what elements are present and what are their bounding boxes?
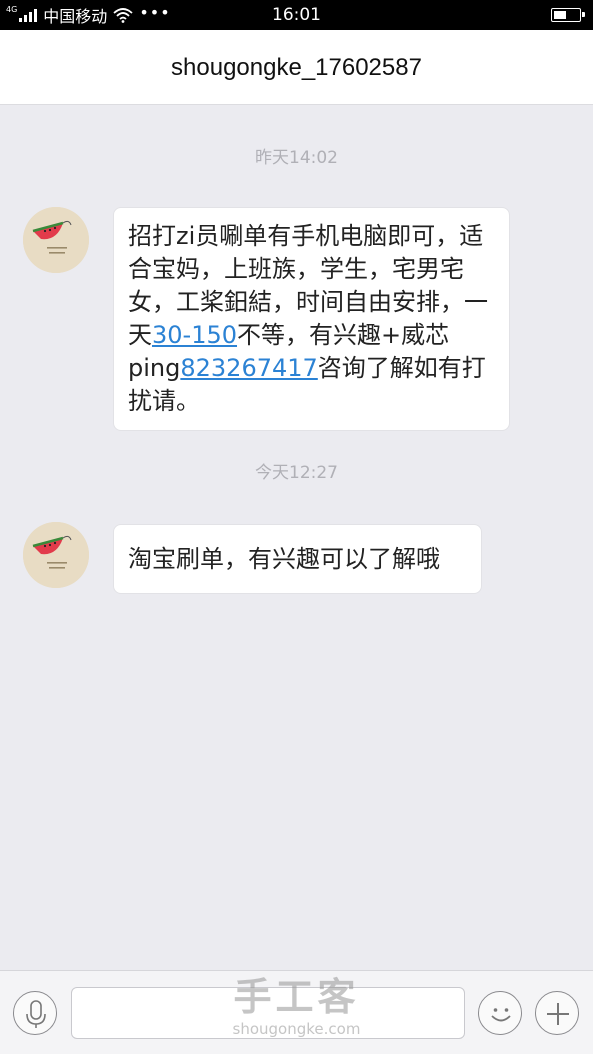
emoji-button[interactable]	[478, 991, 522, 1035]
message-bubble[interactable]: 淘宝刷单，有兴趣可以了解哦	[113, 524, 482, 594]
message-bubble[interactable]: 招打zi员唰单有手机电脑即可，适合宝妈，上班族，学生，宅男宅女，工桨鈤結，时间自…	[113, 207, 510, 431]
sender-avatar[interactable]	[23, 522, 89, 588]
plus-button[interactable]	[535, 991, 579, 1035]
smiley-icon	[491, 1008, 511, 1022]
battery-level	[554, 11, 566, 19]
status-time: 16:01	[272, 5, 321, 25]
status-bar: 4G 中国移动 ••• 16:01	[0, 0, 593, 30]
plus-icon	[547, 1003, 569, 1025]
battery-icon	[551, 8, 585, 22]
message-text: 淘宝刷单，有兴趣可以了解哦	[128, 545, 440, 573]
message-timestamp: 昨天14:02	[255, 148, 338, 168]
message-input[interactable]	[71, 987, 465, 1039]
number-link[interactable]: 30-150	[152, 321, 237, 349]
voice-button[interactable]	[13, 991, 57, 1035]
phone-number-link[interactable]: 823267417	[180, 354, 317, 382]
microphone-icon	[26, 1000, 46, 1028]
sender-avatar[interactable]	[23, 207, 89, 273]
input-bar	[0, 970, 593, 1054]
message-timestamp: 今天12:27	[255, 463, 338, 483]
chat-title: shougongke_17602587	[0, 30, 593, 105]
